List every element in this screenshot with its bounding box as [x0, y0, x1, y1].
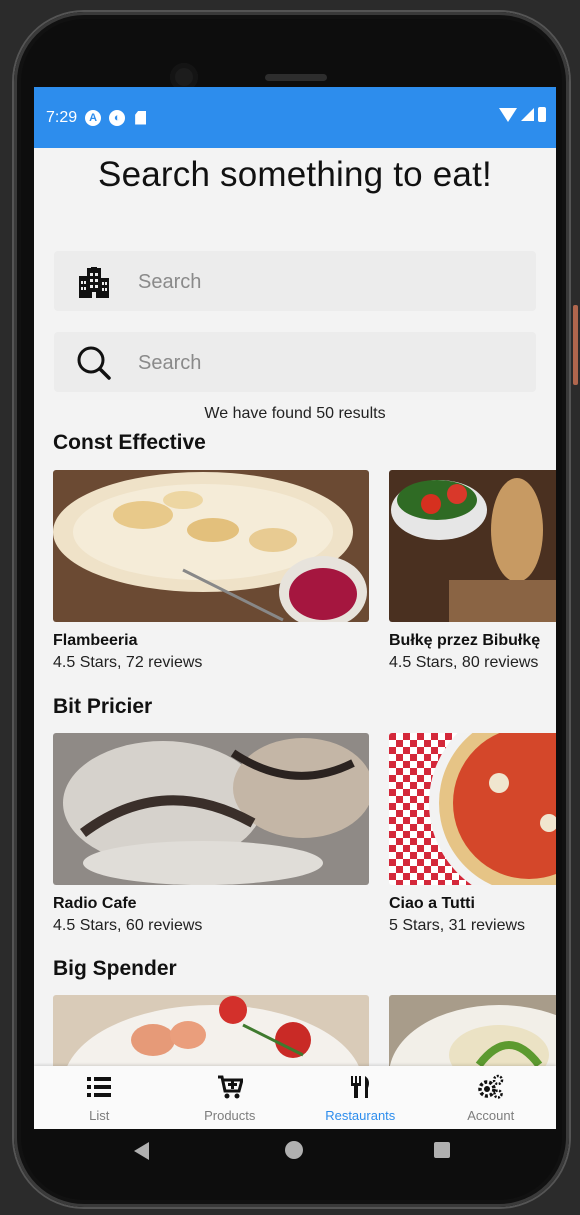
food-search-input[interactable] [136, 344, 520, 382]
section-title-bit-pricier: Bit Pricier [53, 695, 153, 718]
city-icon [79, 267, 109, 298]
tab-account[interactable]: Account [426, 1066, 557, 1129]
restaurant-rating: 4.5 Stars, 72 reviews [53, 654, 203, 671]
restaurant-card[interactable]: Flambeeria 4.5 Stars, 72 reviews [53, 470, 369, 672]
city-search-input[interactable] [136, 263, 520, 301]
battery-icon [538, 107, 546, 122]
restaurant-photo [53, 470, 369, 622]
search-icon [77, 346, 111, 380]
city-search-box[interactable] [54, 251, 536, 311]
restaurant-card[interactable]: Ciao a Tutti 5 Stars, 31 reviews [389, 733, 556, 935]
restaurant-photo [389, 470, 556, 622]
tab-label: Restaurants [325, 1108, 396, 1123]
android-nav-bar [34, 1129, 556, 1171]
results-count: We have found 50 results [204, 405, 386, 422]
restaurant-card[interactable]: Radio Cafe 4.5 Stars, 60 reviews [53, 733, 369, 935]
status-time: 7:29 [46, 108, 78, 126]
food-search-box[interactable] [54, 332, 536, 392]
restaurant-name: Bułkę przez Bibułkę [389, 632, 541, 649]
tab-label: Products [204, 1108, 256, 1123]
bottom-tab-bar: List Products Restaurants Account [34, 1066, 556, 1129]
restaurant-rating: 4.5 Stars, 80 reviews [389, 654, 539, 671]
gears-icon [478, 1074, 503, 1099]
list-icon [87, 1077, 112, 1097]
restaurant-card[interactable]: Bułkę przez Bibułkę 4.5 Stars, 80 review… [389, 470, 556, 672]
back-icon[interactable] [134, 1142, 149, 1160]
signal-icon [521, 108, 534, 121]
restaurant-rating: 4.5 Stars, 60 reviews [53, 917, 203, 934]
tab-restaurants[interactable]: Restaurants [295, 1066, 426, 1129]
tab-label: List [89, 1108, 110, 1123]
status-right-icons [499, 107, 546, 122]
restaurant-name: Flambeeria [53, 632, 138, 649]
tab-label: Account [467, 1108, 515, 1123]
restaurant-name: Radio Cafe [53, 895, 137, 912]
tab-list[interactable]: List [34, 1066, 165, 1129]
status-bar: 7:29 A ◐ [34, 87, 556, 148]
restaurant-photo [53, 733, 369, 885]
section-title-const-effective: Const Effective [53, 431, 206, 454]
sd-card-icon [135, 110, 147, 125]
earpiece-speaker [265, 74, 327, 81]
restaurant-name: Ciao a Tutti [389, 895, 475, 912]
section-title-big-spender: Big Spender [53, 957, 177, 980]
utensils-icon [351, 1076, 370, 1098]
app-screen: 7:29 A ◐ Search something to eat! Search… [34, 87, 556, 1129]
power-button [573, 305, 578, 385]
a-icon: A [85, 109, 102, 126]
home-icon[interactable] [285, 1141, 303, 1159]
cart-plus-icon [217, 1075, 243, 1099]
recent-apps-icon[interactable] [434, 1142, 450, 1158]
wifi-icon [499, 107, 517, 122]
restaurant-rating: 5 Stars, 31 reviews [389, 917, 526, 934]
restaurant-photo [389, 733, 556, 885]
page-title: Search something to eat! [98, 155, 492, 194]
sync-icon: ◐ [109, 109, 126, 126]
tab-products[interactable]: Products [165, 1066, 296, 1129]
